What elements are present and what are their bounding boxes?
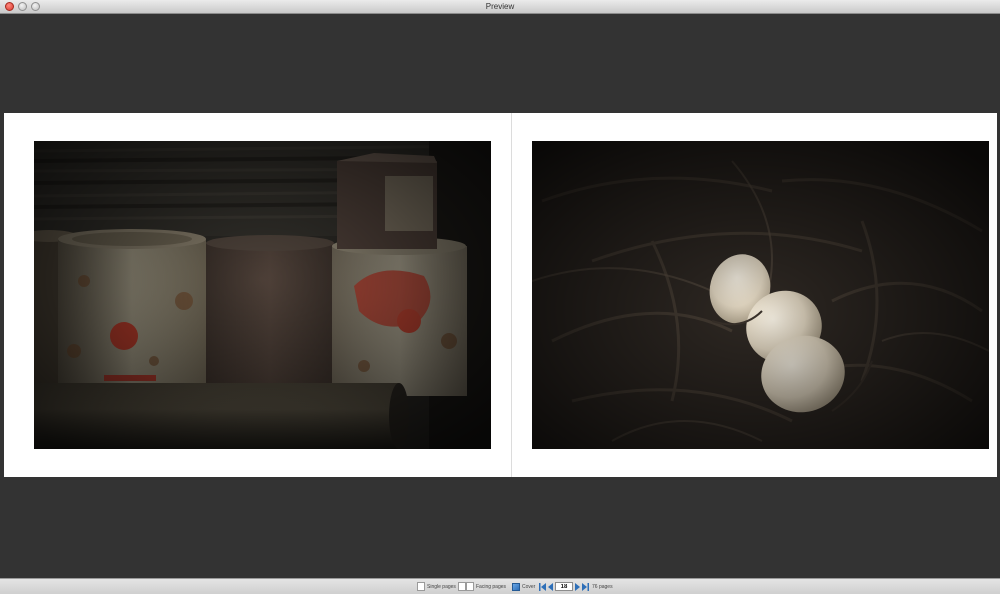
facing-pages-option[interactable]: Facing pages (458, 582, 506, 591)
page-navigator: 76 pages (539, 582, 613, 591)
cover-label: Cover (522, 583, 536, 590)
skip-to-last-icon[interactable] (582, 582, 589, 591)
current-page-input[interactable] (555, 582, 573, 591)
single-pages-option[interactable]: Single pages (417, 582, 456, 591)
page-spread (4, 113, 997, 477)
bottom-toolbar: Single pages Facing pages Cover 18 76 pa… (0, 578, 1000, 594)
previous-page-icon[interactable] (547, 582, 554, 591)
single-page-icon (417, 582, 425, 591)
total-pages-label: 76 pages (592, 583, 613, 590)
skip-to-first-icon[interactable] (539, 582, 546, 591)
facing-page-left-icon (458, 582, 466, 591)
eggs-in-nest-image (532, 141, 989, 449)
rusty-tins-image (34, 141, 491, 449)
right-page-photo (532, 141, 989, 449)
single-pages-label: Single pages (427, 583, 456, 590)
facing-pages-label: Facing pages (476, 583, 507, 590)
preview-window: Preview Single pages Facing pages Cover … (0, 0, 1000, 594)
title-bar: Preview (0, 0, 1000, 14)
page-gutter (511, 113, 512, 477)
left-page-photo (34, 141, 491, 449)
next-page-icon[interactable] (574, 582, 581, 591)
cover-icon (512, 582, 520, 591)
window-title: Preview (485, 2, 515, 11)
cover-option[interactable]: Cover (512, 582, 535, 591)
facing-page-right-icon (466, 582, 474, 591)
